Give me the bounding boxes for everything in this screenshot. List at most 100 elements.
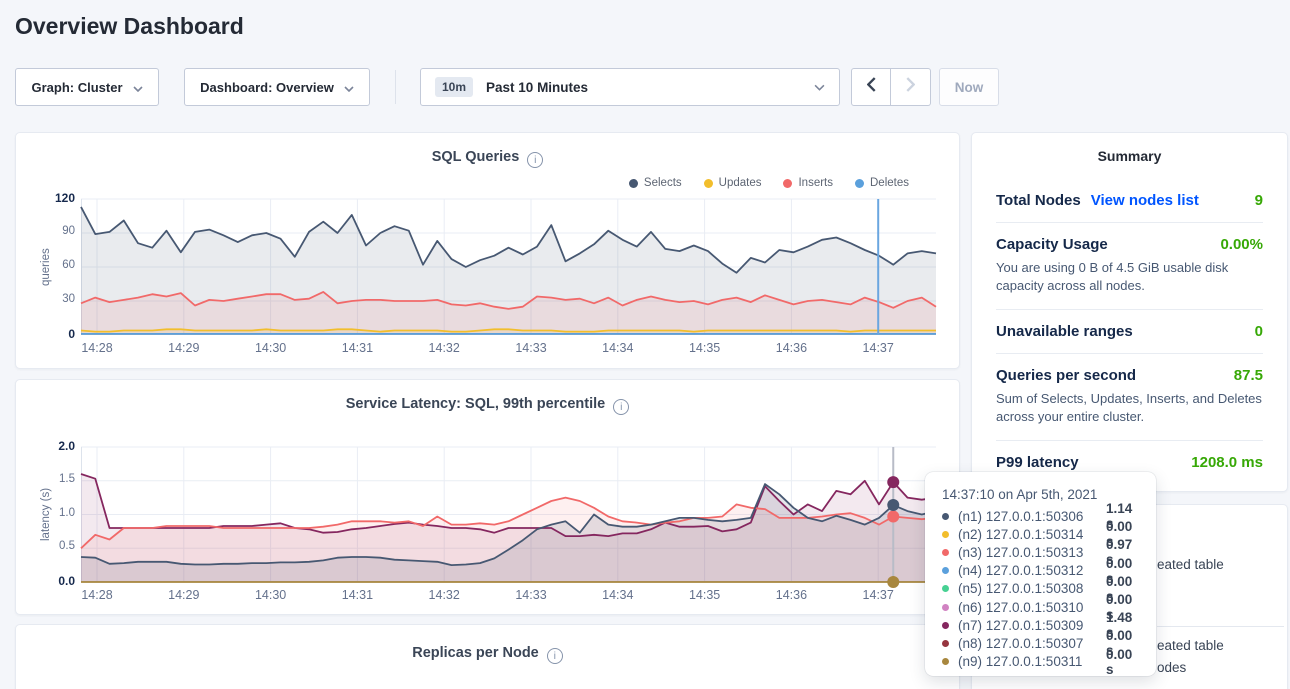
tooltip-timestamp: 14:37:10 on Apr 5th, 2021 (942, 487, 1142, 502)
stat-label: Capacity Usage (996, 236, 1108, 253)
now-button[interactable]: Now (939, 68, 999, 106)
x-tick-label: 14:30 (247, 588, 295, 602)
stat-value: 0 (1255, 323, 1263, 340)
sql-queries-title: SQL Queries i (16, 149, 959, 168)
stat-value: 87.5 (1234, 367, 1263, 384)
chevron-down-icon (814, 78, 825, 96)
y-tick-label: 1.0 (25, 507, 75, 519)
hover-dot (887, 499, 899, 511)
time-range-picker[interactable]: 10m Past 10 Minutes (420, 68, 840, 106)
summary-stat: Capacity Usage0.00% You are using 0 B of … (996, 223, 1263, 310)
chart-title-text: SQL Queries (432, 149, 520, 165)
latency-plot[interactable] (81, 447, 936, 582)
time-nav-group (851, 68, 931, 106)
legend-label: Deletes (870, 177, 909, 189)
event-item-fragment: eated table (1157, 638, 1224, 653)
node-color-dot (942, 549, 949, 556)
x-tick-label: 14:37 (854, 341, 902, 355)
stat-label: Total Nodes (996, 192, 1081, 209)
node-color-dot (942, 640, 949, 647)
legend-dot (855, 179, 864, 188)
chevron-down-icon (133, 80, 143, 95)
node-latency-value: 0.00 s (1106, 647, 1142, 677)
summary-stat-row: Queries per second87.5 (996, 367, 1263, 384)
y-tick-label: 0.5 (25, 540, 75, 552)
node-color-dot (942, 658, 949, 665)
sql-queries-plot[interactable] (81, 199, 936, 335)
chart-title-text: Service Latency: SQL, 99th percentile (346, 396, 606, 412)
node-address: (n7) 127.0.0.1:50309 (958, 618, 1106, 633)
x-tick-label: 14:31 (333, 341, 381, 355)
tooltip-row: (n9) 127.0.0.1:503110.00 s (942, 653, 1142, 671)
legend-item-selects: Selects (629, 177, 682, 189)
y-tick-label: 0 (25, 327, 75, 341)
node-color-dot (942, 604, 949, 611)
legend-label: Selects (644, 177, 682, 189)
node-address: (n6) 127.0.0.1:50310 (958, 600, 1106, 615)
stat-description: You are using 0 B of 4.5 GiB usable disk… (996, 259, 1263, 296)
x-tick-label: 14:33 (507, 341, 555, 355)
service-latency-title: Service Latency: SQL, 99th percentile i (16, 396, 959, 415)
legend-label: Inserts (798, 177, 833, 189)
y-tick-label: 90 (25, 225, 75, 237)
graph-dropdown-label: Graph: Cluster (31, 80, 122, 95)
stat-label: Unavailable ranges (996, 323, 1133, 340)
y-tick-label: 60 (25, 259, 75, 271)
y-tick-label: 2.0 (25, 439, 75, 453)
node-address: (n5) 127.0.0.1:50308 (958, 581, 1106, 596)
y-tick-label: 0.0 (25, 574, 75, 588)
info-icon[interactable]: i (613, 399, 629, 415)
hover-dot (887, 511, 899, 523)
prev-time-button[interactable] (851, 68, 891, 106)
info-icon[interactable]: i (547, 648, 563, 664)
legend-item-deletes: Deletes (855, 177, 909, 189)
stat-description: Sum of Selects, Updates, Inserts, and De… (996, 390, 1263, 427)
node-address: (n8) 127.0.0.1:50307 (958, 636, 1106, 651)
chart-title-text: Replicas per Node (412, 645, 539, 661)
node-color-dot (942, 567, 949, 574)
x-tick-label: 14:29 (160, 588, 208, 602)
chevron-down-icon (344, 80, 354, 95)
summary-stat: Queries per second87.5 Sum of Selects, Up… (996, 354, 1263, 441)
x-tick-label: 14:36 (767, 588, 815, 602)
event-item-fragment: eated table (1157, 557, 1224, 572)
node-color-dot (942, 513, 949, 520)
sql-queries-panel: SQL Queries i Selects Updates Inserts Delete… (15, 132, 960, 369)
summary-stat-row: Capacity Usage0.00% (996, 236, 1263, 253)
node-address: (n4) 127.0.0.1:50312 (958, 563, 1106, 578)
x-tick-label: 14:34 (594, 341, 642, 355)
y-tick-label: 120 (25, 191, 75, 205)
y-tick-label: 30 (25, 293, 75, 305)
chart-legend: Selects Updates Inserts Deletes (629, 177, 909, 189)
dashboard-dropdown[interactable]: Dashboard: Overview (184, 68, 370, 106)
next-time-button[interactable] (891, 68, 931, 106)
summary-title: Summary (972, 148, 1287, 164)
node-address: (n3) 127.0.0.1:50313 (958, 545, 1106, 560)
x-tick-label: 14:32 (420, 341, 468, 355)
replicas-per-node-panel: Replicas per Node i (15, 624, 960, 689)
x-tick-label: 14:35 (681, 341, 729, 355)
toolbar-divider (395, 70, 396, 104)
legend-item-updates: Updates (704, 177, 762, 189)
legend-dot (704, 179, 713, 188)
time-range-badge: 10m (435, 77, 473, 97)
service-latency-panel: Service Latency: SQL, 99th percentilei l… (15, 379, 960, 615)
stat-value: 9 (1255, 192, 1263, 209)
summary-panel: Summary Total Nodes View nodes list 9 Capac… (971, 132, 1288, 492)
legend-item-inserts: Inserts (783, 177, 833, 189)
node-color-dot (942, 585, 949, 592)
summary-stat: Unavailable ranges 0 (996, 310, 1263, 354)
summary-stat-row: Total Nodes View nodes list 9 (996, 192, 1263, 209)
x-tick-label: 14:36 (767, 341, 815, 355)
x-tick-label: 14:29 (160, 341, 208, 355)
chevron-left-icon (867, 77, 876, 97)
info-icon[interactable]: i (527, 152, 543, 168)
legend-dot (629, 179, 638, 188)
tooltip-rows: (n1) 127.0.0.1:503061.14 s(n2) 127.0.0.1… (942, 507, 1142, 671)
view-nodes-list-link[interactable]: View nodes list (1091, 192, 1199, 209)
chart-tooltip: 14:37:10 on Apr 5th, 2021 (n1) 127.0.0.1… (925, 472, 1156, 676)
summary-stats: Total Nodes View nodes list 9 Capacity Usag… (996, 179, 1263, 484)
chevron-right-icon (906, 77, 915, 97)
x-tick-label: 14:28 (73, 588, 121, 602)
graph-dropdown[interactable]: Graph: Cluster (15, 68, 159, 106)
